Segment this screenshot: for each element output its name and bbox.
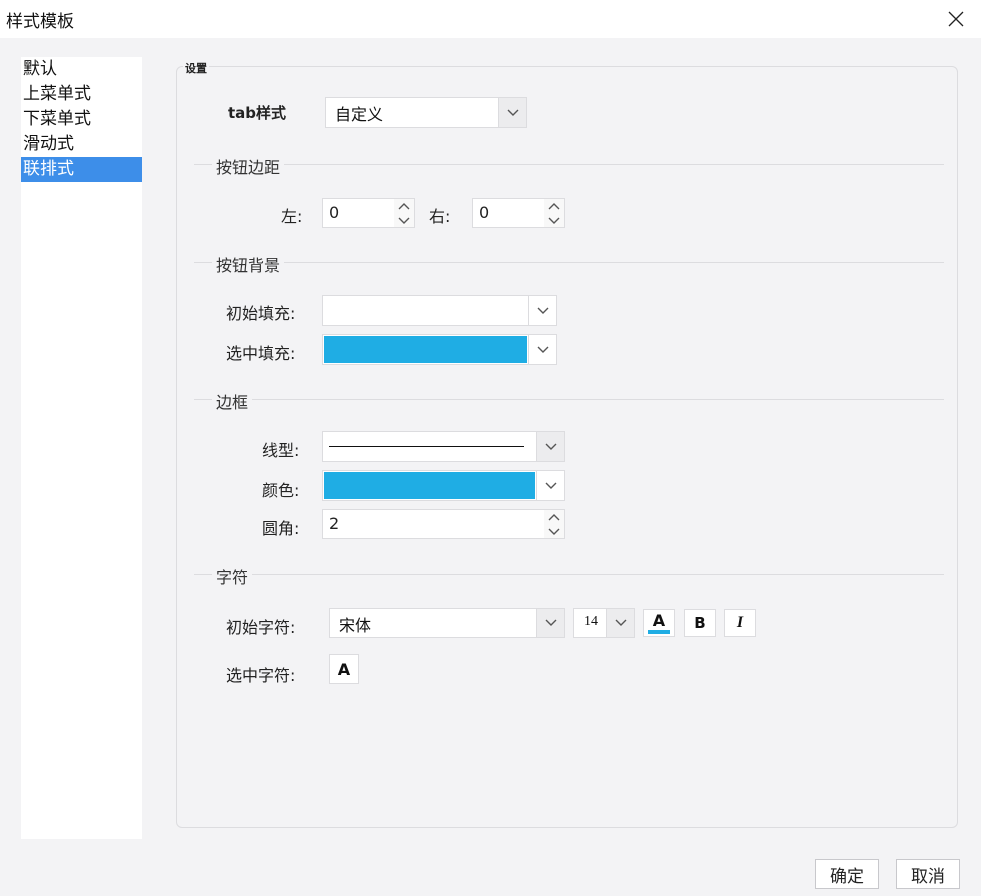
chevron-down-icon <box>507 109 518 116</box>
section-title: 按钮边距 <box>212 154 285 178</box>
section-characters: 字符 <box>194 564 944 588</box>
initial-fill-dropdown[interactable] <box>322 295 557 326</box>
font-color-icon: A <box>652 610 666 630</box>
font-size-dropdown-arrow[interactable] <box>606 609 634 637</box>
chevron-down-icon <box>615 619 626 626</box>
selected-characters-label: 选中字符: <box>226 666 296 685</box>
chevron-up-icon <box>398 202 410 209</box>
border-color-dropdown-arrow[interactable] <box>536 471 564 500</box>
selected-fill-label: 选中填充: <box>226 344 296 363</box>
section-title: 按钮背景 <box>212 252 285 276</box>
initial-characters-label: 初始字符: <box>226 618 296 637</box>
chevron-down-icon <box>537 307 548 314</box>
section-divider <box>194 164 944 165</box>
stepper-arrows[interactable] <box>544 510 564 538</box>
close-icon <box>948 11 964 27</box>
font-size-value: 14 <box>584 614 598 629</box>
border-color-dropdown[interactable] <box>322 470 565 501</box>
font-family-value: 宋体 <box>339 616 372 635</box>
sidebar-item-bottom-menu[interactable]: 下菜单式 <box>21 107 142 132</box>
section-title: 边框 <box>212 389 253 413</box>
line-type-preview <box>329 446 524 447</box>
italic-button[interactable]: I <box>724 609 756 637</box>
font-family-dropdown[interactable]: 宋体 <box>329 608 565 638</box>
section-title: 字符 <box>212 564 253 588</box>
italic-icon: I <box>736 614 744 631</box>
stepper-arrows[interactable] <box>394 199 414 227</box>
margin-left-stepper[interactable]: 0 <box>322 198 415 228</box>
line-type-dropdown-arrow[interactable] <box>536 432 564 461</box>
tab-style-value: 自定义 <box>335 105 384 124</box>
sidebar-item-inline[interactable]: 联排式 <box>21 157 142 182</box>
initial-fill-dropdown-arrow[interactable] <box>528 296 556 325</box>
chevron-down-icon <box>545 619 556 626</box>
selected-fill-swatch <box>324 336 527 363</box>
selected-font-color-button[interactable]: A <box>329 654 359 684</box>
section-divider <box>194 399 944 400</box>
font-family-dropdown-arrow[interactable] <box>536 609 564 637</box>
style-list: 默认 上菜单式 下菜单式 滑动式 联排式 <box>21 57 142 839</box>
section-button-margin: 按钮边距 <box>194 154 944 178</box>
close-button[interactable] <box>940 4 972 34</box>
window-title: 样式模板 <box>6 12 74 32</box>
border-color-label: 颜色: <box>262 481 300 500</box>
tab-style-label: tab样式 <box>228 104 287 122</box>
tab-style-dropdown[interactable]: 自定义 <box>325 97 527 128</box>
margin-right-label: 右: <box>429 207 451 226</box>
sidebar-item-default[interactable]: 默认 <box>21 57 142 82</box>
sidebar-item-sliding[interactable]: 滑动式 <box>21 132 142 157</box>
chevron-down-icon <box>545 443 556 450</box>
margin-left-value: 0 <box>329 203 340 222</box>
radius-value: 2 <box>329 514 340 533</box>
section-button-background: 按钮背景 <box>194 252 944 276</box>
selected-fill-dropdown-arrow[interactable] <box>528 335 556 364</box>
cancel-button[interactable]: 取消 <box>896 859 960 889</box>
ok-button[interactable]: 确定 <box>815 859 879 889</box>
title-bar: 样式模板 <box>0 0 981 38</box>
font-color-button[interactable]: A <box>643 609 675 637</box>
font-size-dropdown[interactable]: 14 <box>573 608 635 638</box>
bold-button[interactable]: B <box>684 609 716 637</box>
chevron-down-icon <box>548 528 560 535</box>
initial-fill-label: 初始填充: <box>226 304 296 323</box>
radius-stepper[interactable]: 2 <box>322 509 565 539</box>
margin-right-stepper[interactable]: 0 <box>472 198 565 228</box>
sidebar-item-top-menu[interactable]: 上菜单式 <box>21 82 142 107</box>
font-color-icon: A <box>337 659 351 679</box>
section-border: 边框 <box>194 389 944 413</box>
line-type-label: 线型: <box>262 441 300 460</box>
section-divider <box>194 574 944 575</box>
initial-fill-swatch <box>324 297 527 324</box>
selected-fill-dropdown[interactable] <box>322 334 557 365</box>
settings-legend: 设置 <box>183 60 209 76</box>
margin-right-value: 0 <box>479 203 490 222</box>
chevron-down-icon <box>398 217 410 224</box>
chevron-up-icon <box>548 202 560 209</box>
bold-icon: B <box>694 614 706 632</box>
tab-style-dropdown-arrow[interactable] <box>498 98 526 127</box>
line-type-dropdown[interactable] <box>322 431 565 462</box>
chevron-down-icon <box>537 346 548 353</box>
chevron-down-icon <box>548 217 560 224</box>
stepper-arrows[interactable] <box>544 199 564 227</box>
chevron-down-icon <box>545 482 556 489</box>
font-color-bar <box>648 629 670 634</box>
border-color-swatch <box>324 472 535 499</box>
chevron-up-icon <box>548 513 560 520</box>
section-divider <box>194 262 944 263</box>
radius-label: 圆角: <box>262 519 300 538</box>
margin-left-label: 左: <box>281 207 303 226</box>
